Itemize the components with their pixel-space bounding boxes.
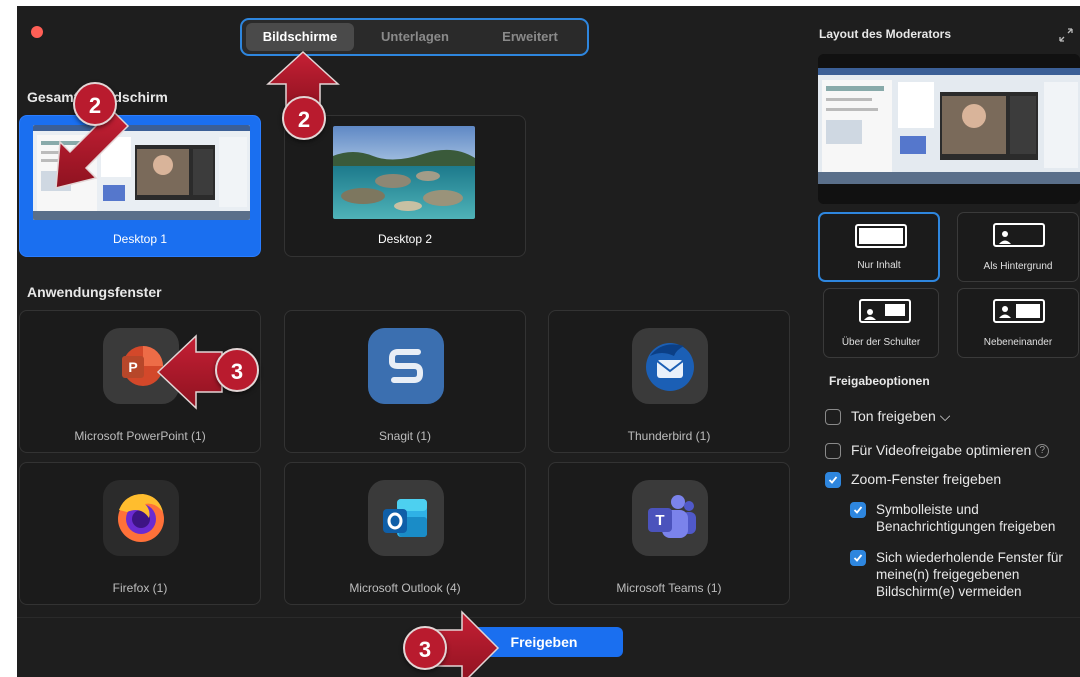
annotation-badge-3-powerpoint: 3	[215, 348, 259, 392]
annotation-badge-2-tab: 2	[282, 96, 326, 140]
annotation-badge-2-left: 2	[73, 82, 117, 126]
arrow-to-powerpoint	[156, 334, 223, 410]
annotation-arrows	[55, 50, 500, 677]
annotation-badge-3-share: 3	[403, 626, 447, 670]
